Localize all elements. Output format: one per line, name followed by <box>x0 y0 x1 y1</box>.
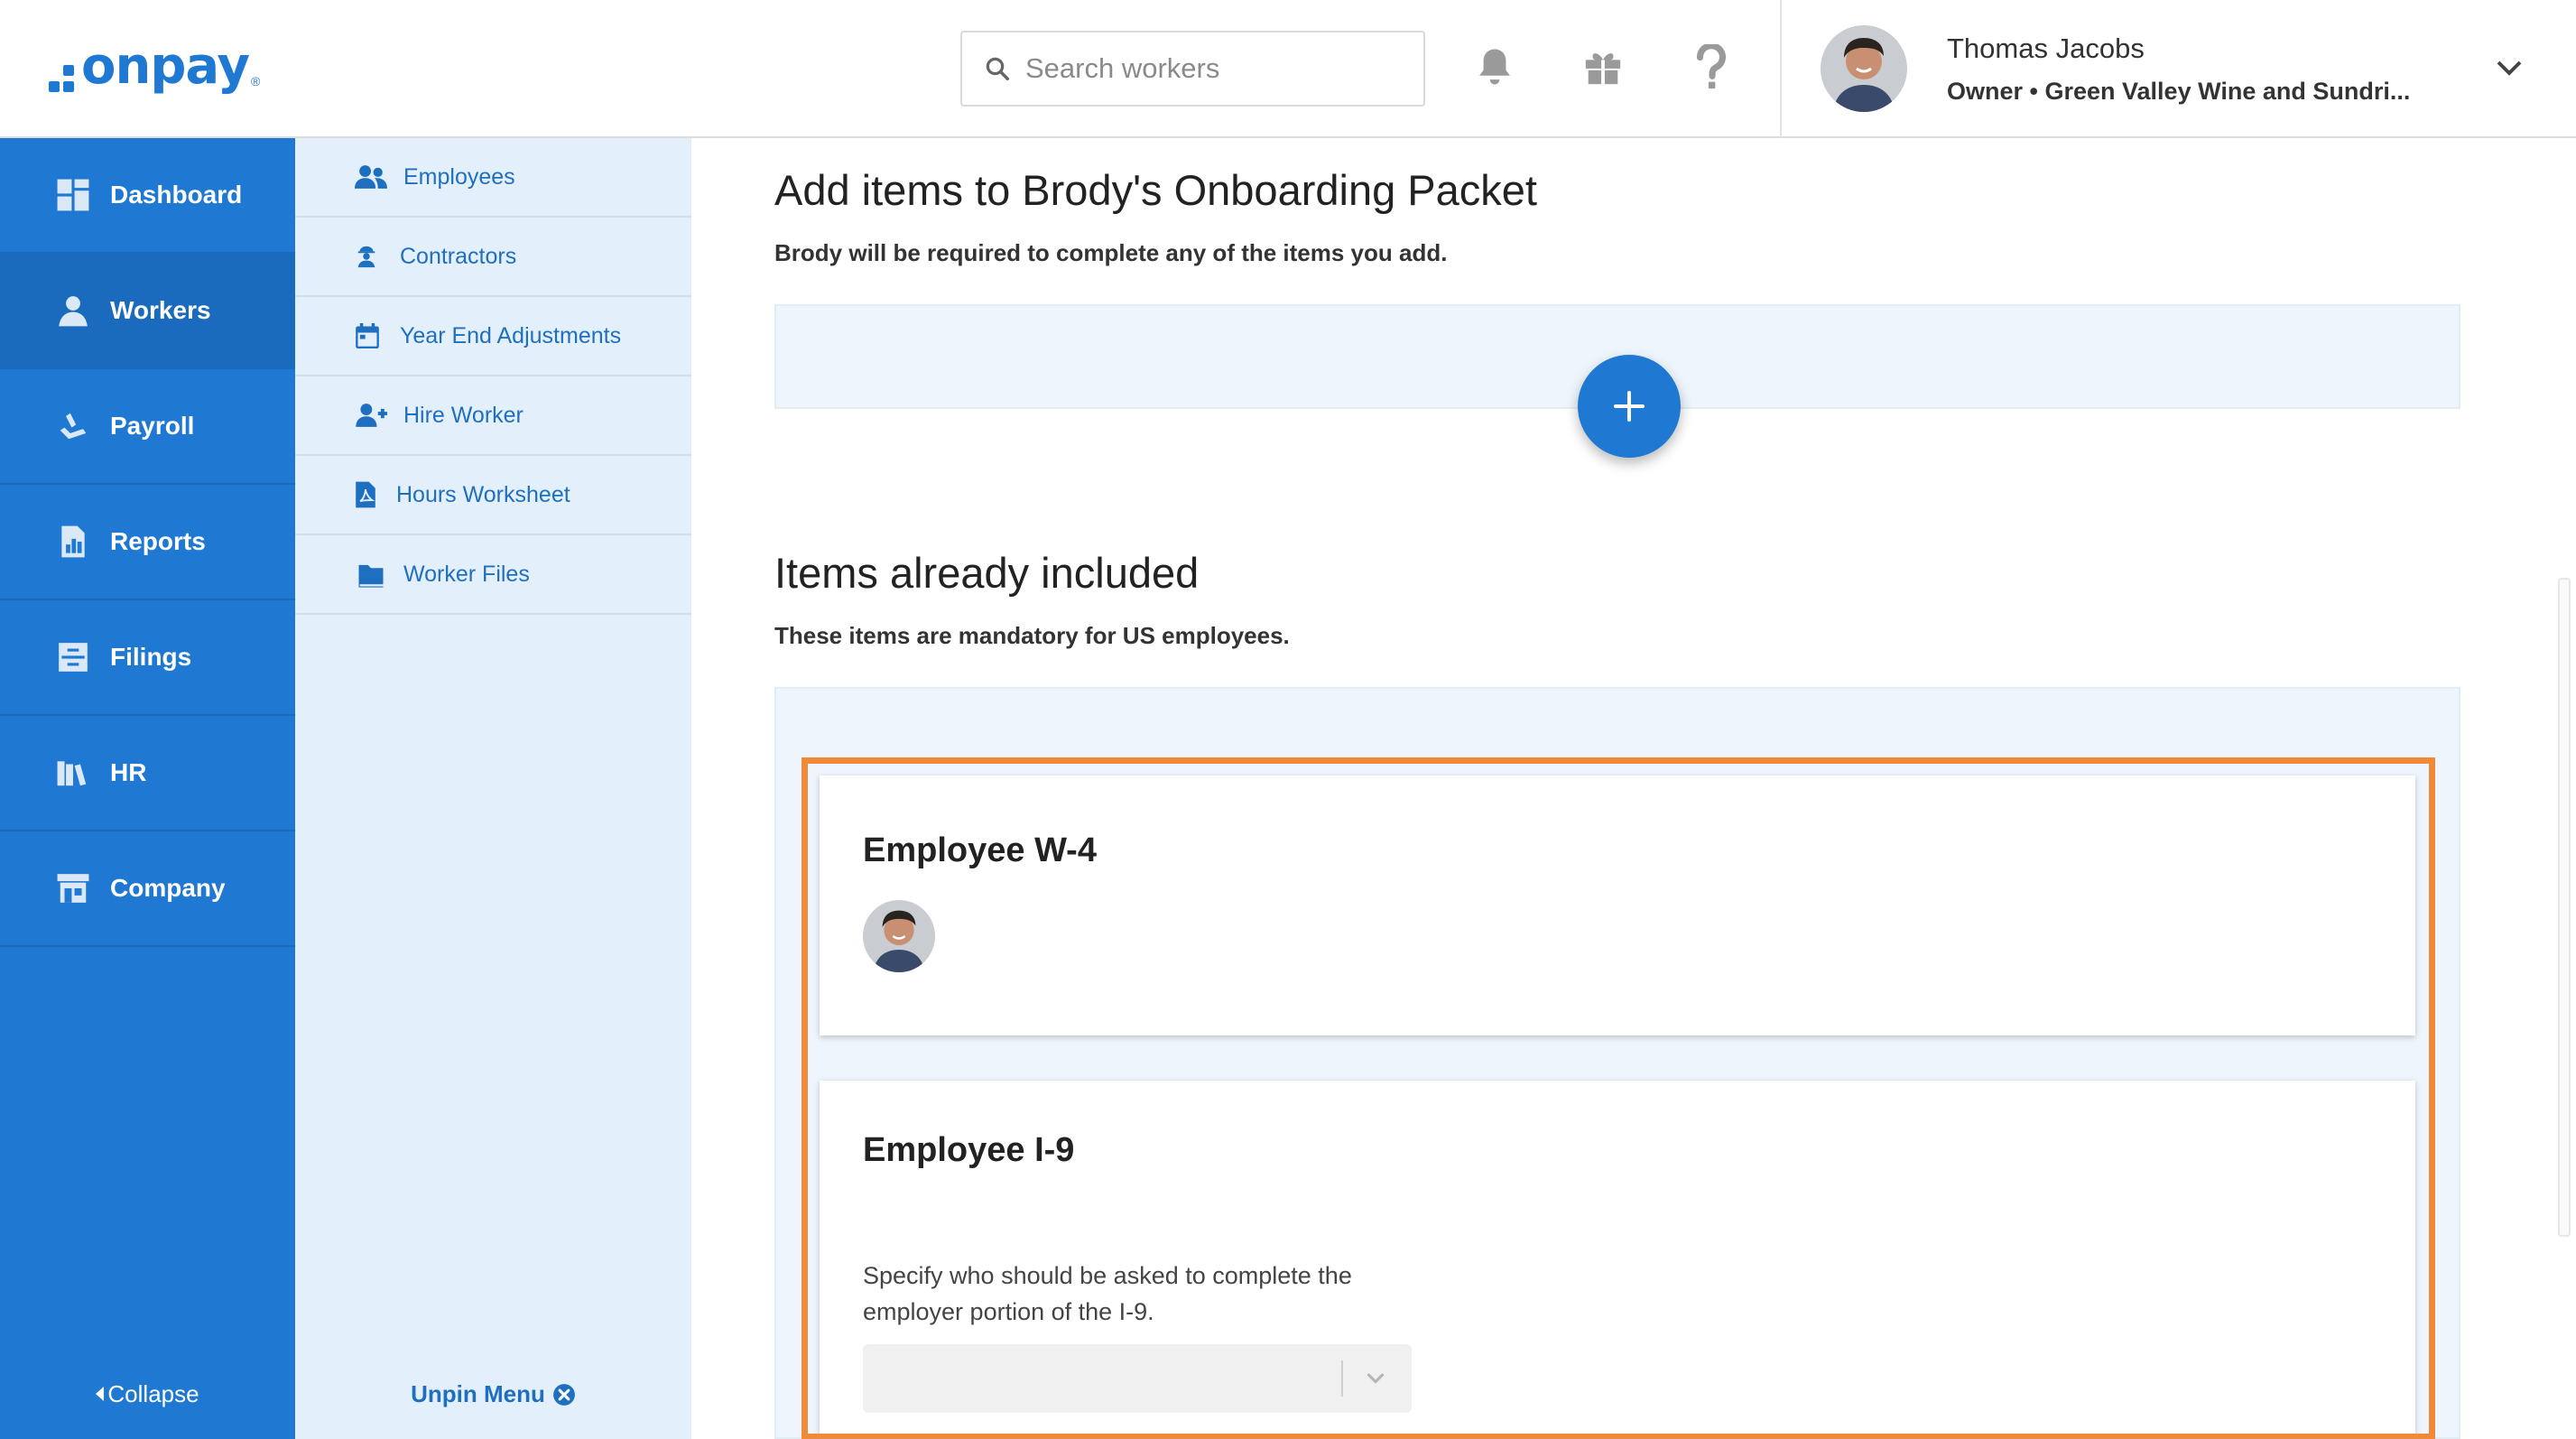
unpin-menu-button[interactable]: Unpin Menu <box>295 1380 691 1408</box>
employees-icon <box>355 165 387 189</box>
highlight-box <box>802 757 2435 1439</box>
subnav-item-employees[interactable]: Employees <box>295 138 691 218</box>
subnav-item-worker-files[interactable]: Worker Files <box>295 535 691 615</box>
sidebar-item-dashboard[interactable]: Dashboard <box>0 138 295 254</box>
bell-icon <box>1479 49 1510 85</box>
contractor-icon <box>357 246 375 268</box>
chevron-down-icon[interactable] <box>2493 54 2525 81</box>
page-scrollbar[interactable] <box>2558 578 2571 1237</box>
add-items-title: Add items to Brody's Onboarding Packet <box>774 166 1537 214</box>
gift-icon <box>1585 53 1621 85</box>
question-icon <box>1696 44 1726 89</box>
subnav-item-contractors[interactable]: Contractors <box>295 218 691 297</box>
subnav-item-year-end-adjustments[interactable]: Year End Adjustments <box>295 297 691 376</box>
primary-sidebar: Dashboard Workers Payroll Reports Filing… <box>0 138 295 1439</box>
subnav-item-label: Year End Adjustments <box>400 322 622 348</box>
search-input[interactable] <box>1025 52 1404 85</box>
sidebar-item-label: Payroll <box>110 412 195 440</box>
subnav-item-label: Hire Worker <box>403 402 524 428</box>
unpin-menu-label: Unpin Menu <box>411 1380 545 1407</box>
help-button[interactable] <box>1686 42 1737 92</box>
add-items-description: Brody will be required to complete any o… <box>774 239 1448 266</box>
sidebar-item-company[interactable]: Company <box>0 831 295 947</box>
subnav-item-label: Worker Files <box>403 561 530 587</box>
add-user-icon <box>356 404 387 427</box>
caret-left-icon <box>96 1387 105 1401</box>
logo-dots <box>49 65 76 94</box>
collapse-label: Collapse <box>107 1380 199 1407</box>
main-content: Add items to Brody's Onboarding Packet B… <box>691 138 2576 1439</box>
reports-icon <box>61 525 85 558</box>
sidebar-item-label: Dashboard <box>110 181 243 209</box>
workers-icon <box>59 296 88 327</box>
folder-icon <box>356 564 384 588</box>
header-divider <box>1780 0 1782 138</box>
included-items-title: Items already included <box>774 549 1200 597</box>
pdf-icon <box>356 481 375 508</box>
company-icon <box>57 874 89 903</box>
subnav-item-hire-worker[interactable]: Hire Worker <box>295 376 691 456</box>
onpay-logo[interactable]: onpay ® <box>49 40 260 94</box>
search-box[interactable] <box>960 31 1425 107</box>
dashboard-icon <box>57 179 89 211</box>
user-name[interactable]: Thomas Jacobs <box>1947 32 2145 65</box>
sidebar-item-label: Reports <box>110 527 206 555</box>
sidebar-item-payroll[interactable]: Payroll <box>0 369 295 485</box>
user-role[interactable]: Owner • Green Valley Wine and Sundri... <box>1947 78 2410 106</box>
payroll-icon <box>60 413 87 440</box>
sidebar-item-workers[interactable]: Workers <box>0 254 295 369</box>
user-photo-icon <box>1821 25 1907 112</box>
sidebar-item-hr[interactable]: HR <box>0 716 295 831</box>
collapse-button[interactable]: Collapse <box>0 1380 295 1408</box>
user-avatar[interactable] <box>1821 25 1907 112</box>
close-circle-icon <box>552 1383 575 1406</box>
filings-icon <box>59 643 88 672</box>
sidebar-item-label: Filings <box>110 643 192 671</box>
notifications-button[interactable] <box>1469 42 1520 92</box>
subnav-item-hours-worksheet[interactable]: Hours Worksheet <box>295 456 691 535</box>
sidebar-item-label: HR <box>110 758 147 786</box>
gifts-button[interactable] <box>1578 42 1628 92</box>
subnav-item-label: Hours Worksheet <box>396 481 570 507</box>
sidebar-item-reports[interactable]: Reports <box>0 485 295 600</box>
secondary-sidebar: Employees Contractors Year End Adjustmen… <box>295 138 691 1439</box>
sidebar-item-label: Workers <box>110 296 211 324</box>
add-item-button[interactable] <box>1578 355 1681 458</box>
subnav-item-label: Contractors <box>400 243 517 269</box>
top-bar: onpay ® Thomas Jacobs Owner • Green Vall… <box>0 0 2576 138</box>
hr-icon <box>57 761 87 786</box>
search-icon <box>986 57 1009 80</box>
plus-icon <box>1614 391 1645 422</box>
logo-text: onpay <box>81 37 250 96</box>
subnav-item-label: Employees <box>403 163 515 190</box>
logo-registered-mark: ® <box>251 74 261 88</box>
sidebar-item-label: Company <box>110 874 226 902</box>
sidebar-item-filings[interactable]: Filings <box>0 600 295 716</box>
calendar-icon <box>356 323 379 348</box>
included-items-description: These items are mandatory for US employe… <box>774 622 1290 649</box>
